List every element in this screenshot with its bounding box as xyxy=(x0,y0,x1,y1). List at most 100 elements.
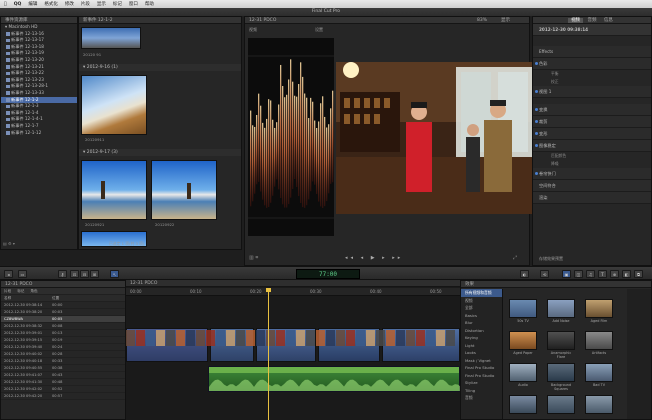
library-event-item[interactable]: 新事件 12-13-19 xyxy=(1,50,77,57)
column-position[interactable]: 位置 xyxy=(52,295,59,301)
index-row[interactable]: 2012-12-30 09:39:40 00:24 xyxy=(1,344,125,351)
menu-item-format[interactable]: 格式化 xyxy=(44,1,58,7)
audio-meter-icon[interactable]: ◐ xyxy=(520,270,529,278)
select-tool-icon[interactable]: ↖ xyxy=(110,270,119,278)
library-toggle-icon[interactable]: ▭ xyxy=(18,270,27,278)
library-event-item[interactable]: 新事件 12-1-7 xyxy=(1,123,77,130)
append-clip-icon[interactable]: ⊞ xyxy=(90,270,99,278)
tab-audio[interactable]: 音频 xyxy=(585,18,600,23)
library-event-item[interactable]: 新事件 12-13-17 xyxy=(1,37,77,44)
effect-thumbnail[interactable] xyxy=(547,363,575,382)
tab-info[interactable]: 信息 xyxy=(601,18,616,23)
effect-thumbnail[interactable] xyxy=(509,331,537,350)
viewer-left-controls[interactable]: ▥ ⌗ xyxy=(249,255,258,261)
index-row[interactable]: 2012-12-30 09:38:14 00:00 xyxy=(1,302,125,309)
playhead-handle[interactable] xyxy=(266,288,271,292)
index-row[interactable]: 2012-12-30 09:40:18 00:33 xyxy=(1,358,125,365)
library-event-item[interactable]: 新事件 12-13-22 xyxy=(1,70,77,77)
effects-section[interactable]: Effects xyxy=(533,46,651,58)
section-spatial-conform[interactable]: 空间符合 xyxy=(533,180,651,192)
effect-thumbnail[interactable] xyxy=(585,363,613,382)
effects-scrollbar[interactable] xyxy=(627,289,651,419)
playhead[interactable] xyxy=(268,288,269,420)
toggle-icon[interactable] xyxy=(535,120,538,123)
effect-thumbnail[interactable] xyxy=(547,395,575,414)
themes-browser-icon[interactable]: ◧ xyxy=(622,270,631,278)
effect-thumbnail[interactable] xyxy=(585,395,613,414)
effects-category[interactable]: Looks xyxy=(461,349,502,357)
photo-browser-icon[interactable]: ◫ xyxy=(574,270,583,278)
toggle-icon[interactable] xyxy=(535,172,538,175)
index-row[interactable]: 2012-12-30 09:38:32 00:08 xyxy=(1,323,125,330)
clip-thumbnail-top[interactable] xyxy=(81,27,141,49)
effect-thumbnail[interactable] xyxy=(547,331,575,350)
effect-thumbnail[interactable] xyxy=(509,299,537,318)
effects-category[interactable]: Final Pro Studio xyxy=(461,372,502,380)
insert-clip-icon[interactable]: ⊟ xyxy=(80,270,89,278)
clip-thumbnail-beach-2[interactable] xyxy=(151,160,217,220)
library-event-item[interactable]: 新事件 12-1-3 xyxy=(1,103,77,110)
library-footer-icons[interactable]: ▤ ⚙ ▾ xyxy=(3,241,15,246)
effects-category[interactable]: Tiling xyxy=(461,387,502,395)
toggle-icon[interactable] xyxy=(535,90,538,93)
sub-noise[interactable]: 降噪 xyxy=(533,160,651,168)
music-browser-icon[interactable]: ♫ xyxy=(586,270,595,278)
index-row[interactable]: 2012-12-30 09:39:01 00:13 xyxy=(1,330,125,337)
titles-browser-icon[interactable]: T xyxy=(598,270,607,278)
event-date-group[interactable]: ▾ 2012-9-17 (3) xyxy=(79,149,241,156)
index-row[interactable]: 2012-12-30 09:40:55 00:38 xyxy=(1,365,125,372)
library-event-item[interactable]: 新事件 12-13-28-1 xyxy=(1,83,77,90)
index-row[interactable]: 2012-12-30 09:42:20 00:57 xyxy=(1,393,125,400)
index-row[interactable]: 2012-12-30 09:42:02 00:52 xyxy=(1,386,125,393)
toggle-icon[interactable] xyxy=(535,108,538,111)
effects-category[interactable]: Light xyxy=(461,342,502,350)
tab-roles[interactable]: 角色 xyxy=(30,288,37,294)
library-event-item[interactable]: 新事件 12-13-20 xyxy=(1,57,77,64)
playback-controls[interactable]: ◂◂ ◂ ▶ ▸ ▸▸ xyxy=(345,255,405,263)
keyword-icon[interactable]: ⚷ xyxy=(58,270,67,278)
section-rolling-shutter[interactable]: 卷帘快门 xyxy=(533,168,651,180)
toggle-icon[interactable] xyxy=(535,62,538,65)
tab-video[interactable]: 视频 xyxy=(568,18,584,23)
timecode-display[interactable]: 77:00 xyxy=(296,269,360,279)
section-color[interactable]: 色彩 xyxy=(533,58,651,70)
section-distort[interactable]: 变形 xyxy=(533,128,651,140)
effects-category[interactable]: 全部 xyxy=(461,304,502,312)
section-view[interactable]: 视图 1 xyxy=(533,86,651,98)
timeline-ruler[interactable]: 00:00 00:10 00:20 00:30 00:40 00:50 xyxy=(126,288,460,296)
zoom-level[interactable]: 83% xyxy=(477,17,487,24)
disclosure-triangle-icon[interactable]: ▾ xyxy=(5,24,7,29)
menu-item-modify[interactable]: 修改 xyxy=(65,1,74,7)
event-date-group[interactable]: ▾ 2012-9-16 (1) xyxy=(79,64,241,71)
library-event-item[interactable]: 新事件 12-1-4-1 xyxy=(1,116,77,123)
enhance-icon[interactable]: ⟲ xyxy=(540,270,549,278)
sub-match-color[interactable]: 匹配颜色 xyxy=(533,152,651,160)
effects-category[interactable]: Stylize xyxy=(461,379,502,387)
column-name[interactable]: 名称 xyxy=(4,295,52,301)
index-row[interactable]: 2012-12-30 09:39:15 00:19 xyxy=(1,337,125,344)
menu-item-clip[interactable]: 片段 xyxy=(81,1,90,7)
effects-tab[interactable]: 所有视频和音频 xyxy=(461,289,502,297)
index-row[interactable]: 2012-12-30 09:41:30 00:48 xyxy=(1,379,125,386)
index-row[interactable]: 2012-12-30 09:40:02 00:28 xyxy=(1,351,125,358)
clip-thumbnail-desert[interactable] xyxy=(81,75,147,135)
index-row[interactable]: 2012-12-30 09:38:20 00:03 xyxy=(1,309,125,316)
section-stabilization[interactable]: 图像稳定 xyxy=(533,140,651,152)
sub-correction[interactable]: 校正 xyxy=(533,78,651,86)
index-row[interactable]: CZ8WBWA 00:05 xyxy=(1,316,125,323)
library-root[interactable]: ▾ Macintosh HD xyxy=(1,24,77,31)
menu-item-view[interactable]: 显示 xyxy=(97,1,106,7)
effects-category[interactable]: Final Pro Studio xyxy=(461,364,502,372)
library-event-item[interactable]: 新事件 12-1-12 xyxy=(1,130,77,137)
menu-item-help[interactable]: 帮助 xyxy=(145,1,154,7)
effects-browser-icon[interactable]: ▣ xyxy=(562,270,571,278)
effects-category[interactable]: Basics xyxy=(461,312,502,320)
timeline[interactable]: 12-31 PDCO 00:00 00:10 00:20 00:30 00:40 00:5… xyxy=(126,280,461,420)
effect-thumbnail[interactable] xyxy=(509,363,537,382)
menu-app[interactable]: QQ xyxy=(14,2,22,7)
connect-clip-icon[interactable]: ⊡ xyxy=(70,270,79,278)
video-frame[interactable] xyxy=(336,62,532,214)
media-import-icon[interactable]: ◂ xyxy=(4,270,13,278)
menu-item-window[interactable]: 窗口 xyxy=(129,1,138,7)
scope-settings[interactable]: 设置 xyxy=(315,27,323,33)
